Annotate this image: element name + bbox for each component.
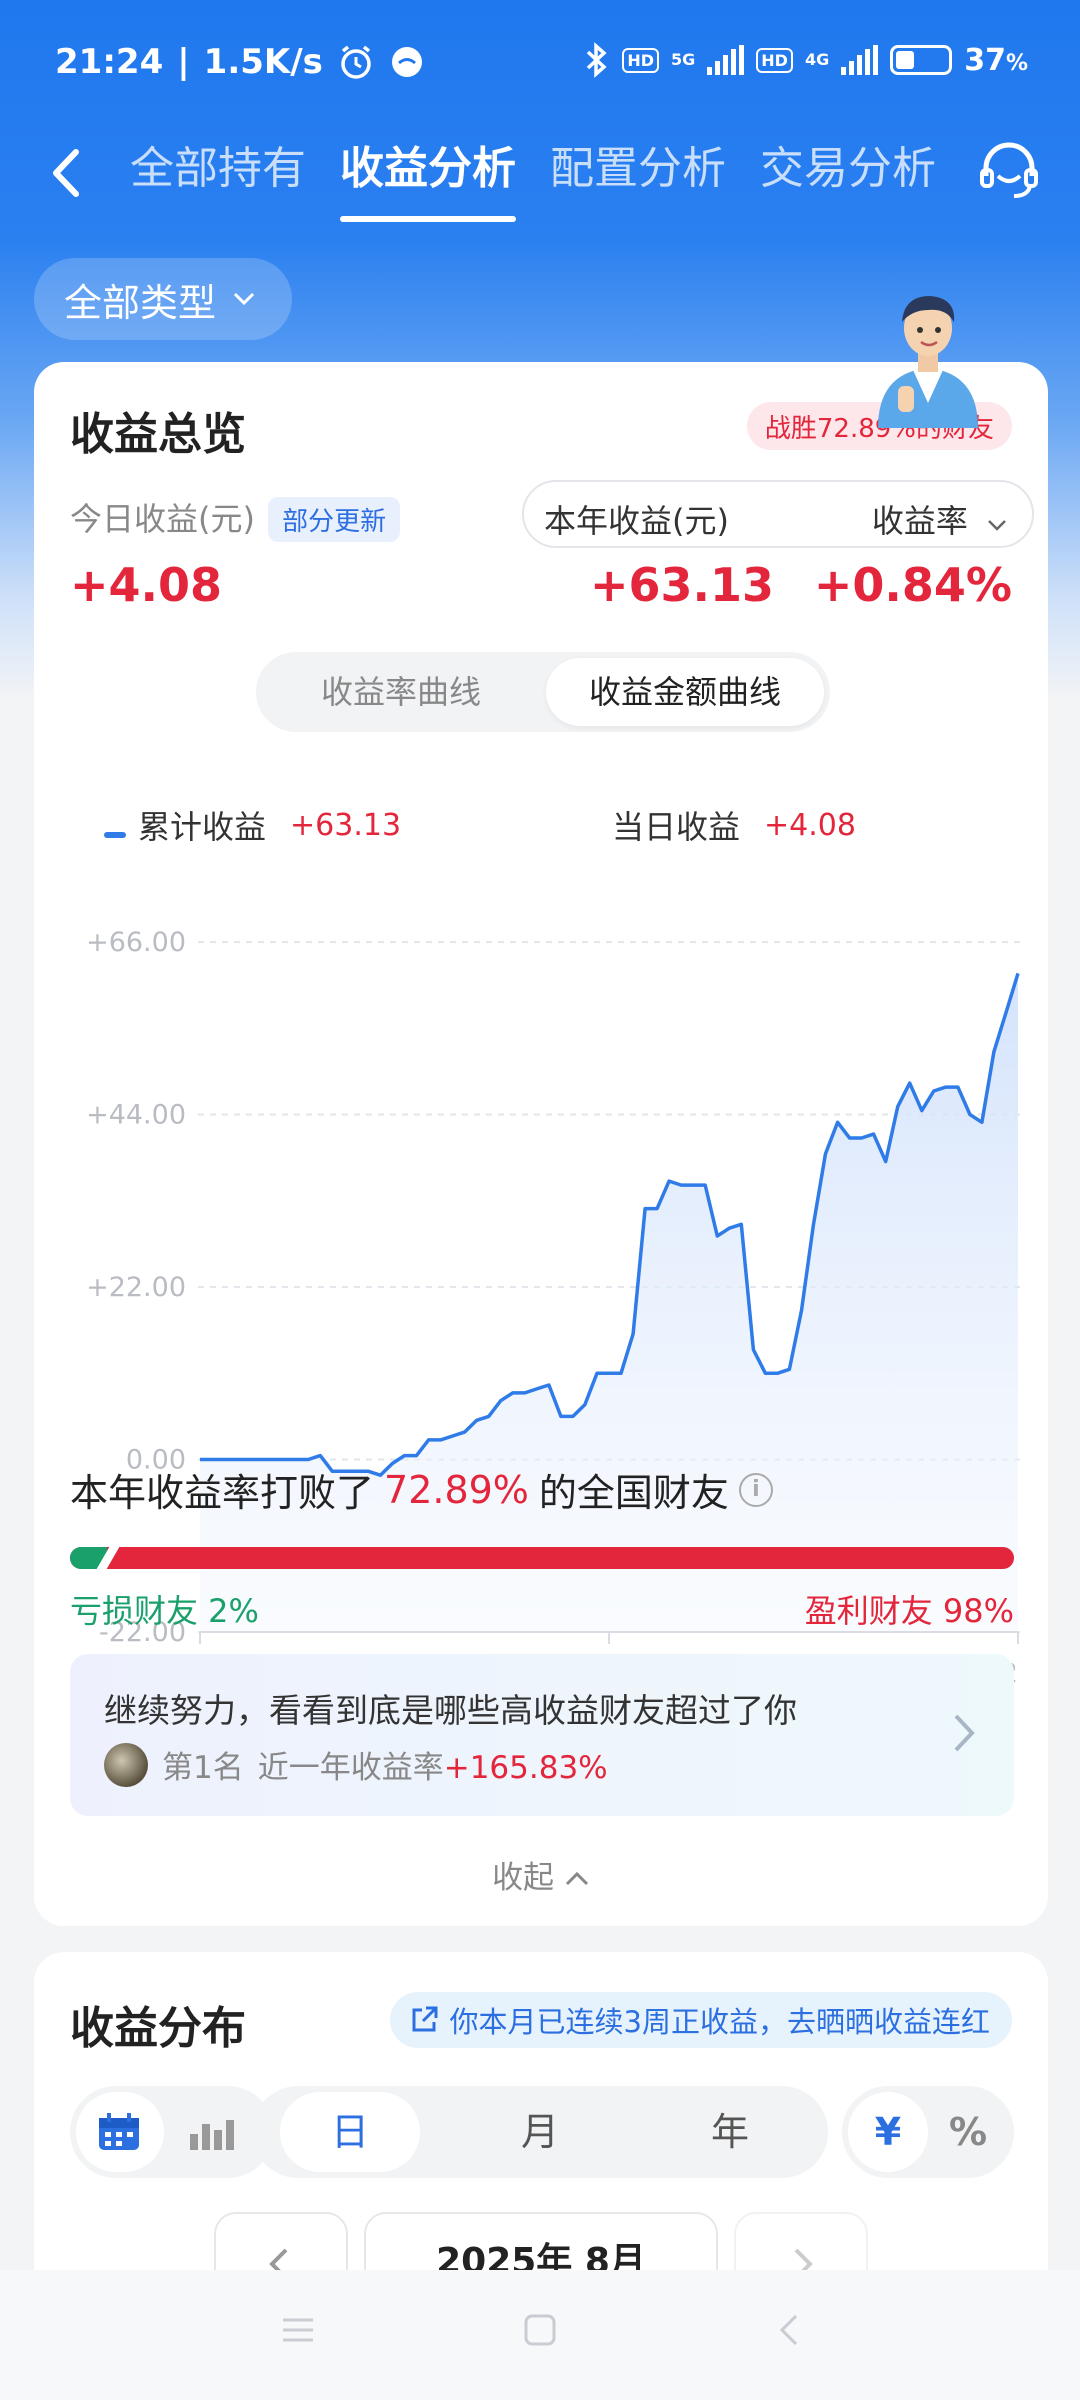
distribution-title: 收益分布 [70,2003,246,2054]
battery-icon [890,45,953,75]
peer-ranking-banner[interactable]: 继续努力，看看到底是哪些高收益财友超过了你 第1名 近一年收益率+165.83% [70,1654,1014,1816]
today-profit-label: 今日收益(元) [70,500,255,538]
overview-title: 收益总览 [70,409,246,460]
tab-all-holdings[interactable]: 全部持有 [130,132,306,222]
year-rate-value: +0.84% [813,558,1012,612]
legend-line-marker [104,832,126,838]
rate-dropdown[interactable]: 收益率 [872,496,1008,542]
beat-percent: 72.89% [384,1467,529,1512]
type-filter-dropdown[interactable]: 全部类型 [34,258,293,340]
cumulative-profit-area [200,973,1018,1632]
tab-day[interactable]: 日 [280,2086,420,2178]
legend-daily: 当日收益 +4.08 [612,807,856,847]
tab-allocation-analysis[interactable]: 配置分析 [550,132,726,222]
year-profit-value: +63.13 [590,558,775,612]
period-switch: 日 月 年 [252,2086,828,2178]
back-icon[interactable] [770,2310,810,2350]
year-profit-label: 本年收益(元) [544,502,729,540]
notification-icon [391,47,422,77]
info-icon[interactable]: i [738,1472,773,1507]
tab-profit-analysis[interactable]: 收益分析 [340,132,516,222]
chevron-right-icon [954,1714,975,1752]
tab-rate-curve[interactable]: 收益率曲线 [276,652,526,732]
rank-desc: 近一年收益率 [257,1750,444,1786]
bar-chart-icon[interactable] [188,2116,234,2150]
y-tick-label: +22.00 [86,1272,186,1303]
type-filter-label: 全部类型 [64,280,217,325]
alarm-icon [341,45,371,79]
menu-icon[interactable] [278,2310,318,2350]
legend-daily-value: +4.08 [764,807,856,843]
bluetooth-icon [587,42,607,78]
profit-loss-ratio-bar [70,1547,1014,1569]
y-tick-label: +44.00 [86,1100,186,1131]
top-navigation: 全部持有 收益分析 配置分析 交易分析 [0,120,1080,230]
network-type-1: 5G [671,50,696,69]
hd-badge-1: HD [622,47,659,73]
calendar-icon[interactable] [96,2112,142,2152]
network-speed: 1.5K/s [203,42,323,82]
curve-type-switch: 收益率曲线 收益金额曲线 [256,652,830,732]
signal-icon-1 [707,45,745,75]
chevron-down-icon [988,520,1006,531]
status-bar: 21:24 | 1.5K/s HD 5G HD 4G 37% [55,42,1028,82]
share-icon [412,2006,438,2032]
year-profit-selector[interactable]: 本年收益(元) 收益率 [522,480,1034,548]
partial-update-chip: 部分更新 [268,497,401,542]
tab-year[interactable]: 年 [660,2086,800,2178]
hd-badge-2: HD [756,47,793,73]
chevron-up-icon [565,1871,588,1886]
chevron-down-icon [233,292,255,306]
customer-service-icon[interactable] [974,136,1044,206]
tab-amount-curve[interactable]: 收益金额曲线 [546,658,824,726]
battery-percent: 37 [964,42,1006,78]
peer-message: 继续努力，看看到底是哪些高收益财友超过了你 [104,1691,797,1730]
tab-amount[interactable]: ¥ [848,2086,928,2178]
profit-overview-card: 收益总览 战胜72.89%的财友 今日收益(元) 部分更新 +4.08 本年收益… [34,362,1048,1926]
legend-cumulative-value: +63.13 [290,807,402,843]
view-mode-switch [70,2086,274,2178]
today-profit-value: +4.08 [70,558,223,612]
network-type-2: 4G [804,50,830,69]
tab-percent[interactable]: % [928,2086,1008,2178]
beat-summary: 本年收益率打败了 72.89% 的全国财友 i [70,1462,773,1517]
tab-month[interactable]: 月 [470,2086,610,2178]
home-icon[interactable] [520,2310,560,2350]
streak-promo-banner[interactable]: 你本月已连续3周正收益，去晒晒收益连红 [389,1992,1012,2048]
rank-value: +165.83% [443,1750,608,1786]
status-time: 21:24 [55,42,164,82]
tab-trade-analysis[interactable]: 交易分析 [760,132,936,222]
analysis-tabs: 全部持有 收益分析 配置分析 交易分析 [130,132,936,222]
mascot-illustration [878,296,978,428]
avatar [104,1742,148,1787]
y-tick-label: +66.00 [86,927,186,958]
loss-label: 亏损财友 2% [70,1592,259,1630]
profit-label: 盈利财友 98% [804,1592,1014,1630]
rank-position: 第1名 [162,1750,244,1786]
legend-cumulative: 累计收益 +63.13 [104,802,401,848]
collapse-button[interactable]: 收起 [34,1852,1048,1897]
unit-switch: ¥ % [842,2086,1014,2178]
signal-icon-2 [841,45,879,75]
system-navigation-bar [0,2270,1080,2400]
back-arrow-icon[interactable] [36,138,96,208]
